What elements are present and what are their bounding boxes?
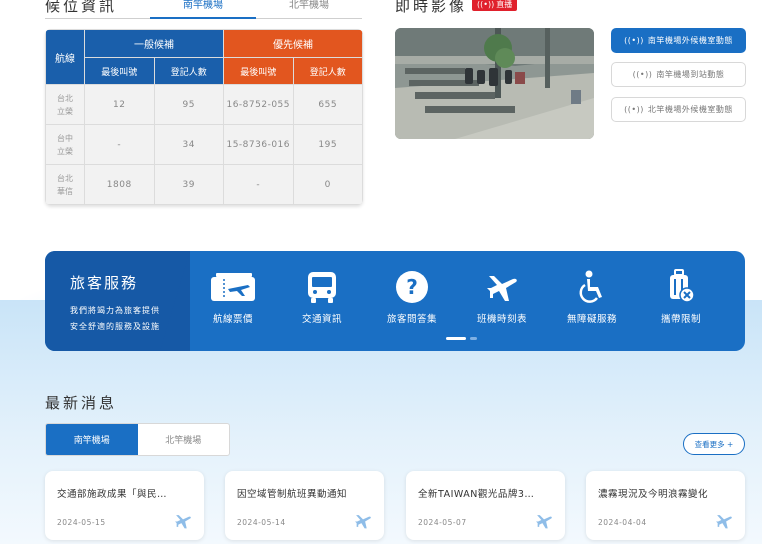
normal-last-call: -: [84, 124, 155, 165]
normal-last-call: 1808: [84, 164, 155, 205]
news-card[interactable]: 全新TAIWAN觀光品牌3… 2024-05-07: [406, 471, 565, 540]
priority-last-call: -: [223, 164, 294, 205]
news-tab-nangan[interactable]: 南竿機場: [46, 424, 138, 455]
header-normal: 一般候補: [84, 29, 224, 58]
normal-last-call: 12: [84, 84, 155, 125]
news-card[interactable]: 因空域管制航班異動通知 2024-05-14: [225, 471, 384, 540]
service-carry-restrictions[interactable]: 攜帶限制: [641, 267, 721, 329]
service-flight-schedule[interactable]: 班機時刻表: [462, 267, 542, 329]
camera-label: 南竿機場外候機室動態: [647, 36, 733, 45]
news-tabs: 南竿機場 北竿機場: [45, 423, 230, 456]
header-normal-last-call: 最後叫號: [84, 57, 155, 85]
priority-registered: 0: [292, 164, 363, 205]
priority-last-call: 15-8736-016: [223, 124, 294, 165]
tab-active-indicator: [150, 17, 256, 19]
bus-icon: [282, 267, 362, 307]
priority-registered: 655: [292, 84, 363, 125]
normal-registered: 34: [153, 124, 224, 165]
airplane-icon: [175, 515, 191, 529]
airplane-icon: [462, 267, 542, 307]
wheelchair-icon: [552, 267, 632, 307]
question-icon: ?: [372, 267, 452, 307]
header-priority: 優先候補: [223, 29, 363, 58]
airplane-icon: [716, 515, 732, 529]
broadcast-icon: ((•)): [624, 36, 644, 45]
airplane-icon: [536, 515, 552, 529]
news-card-title: 全新TAIWAN觀光品牌3…: [418, 489, 535, 500]
header-normal-registered: 登記人數: [153, 57, 224, 85]
header-route: 航線: [45, 29, 85, 85]
live-badge-label: 直播: [496, 0, 513, 9]
camera-button-nangan-departure[interactable]: ((•)) 南竿機場外候機室動態: [611, 28, 746, 53]
news-tab-beigan[interactable]: 北竿機場: [138, 424, 230, 455]
table-row: 台北 立榮 12 95 16-8752-055 655: [45, 84, 363, 125]
news-card-title: 交通部施政成果「與民…: [57, 489, 168, 500]
ticket-icon: [193, 267, 273, 307]
airplane-icon: [355, 515, 371, 529]
camera-label: 北竿機場外候機室動態: [647, 105, 733, 114]
route-cell: 台北 華信: [45, 164, 85, 205]
live-title: 即時影像: [395, 0, 468, 15]
table-row: 台中 立榮 - 34 15-8736-016 195: [45, 124, 363, 165]
route-cell: 台中 立榮: [45, 124, 85, 165]
camera-button-nangan-arrival[interactable]: ((•)) 南竿機場到站動態: [611, 62, 746, 87]
news-card-date: 2024-04-04: [598, 518, 647, 527]
waitlist-table: 航線 一般候補 優先候補 最後叫號 登記人數 最後叫號 登記人數 台北 立榮 12…: [45, 29, 363, 205]
news-card-date: 2024-05-14: [237, 518, 286, 527]
service-accessibility[interactable]: 無障礙服務: [552, 267, 632, 329]
broadcast-icon: ((•)): [632, 70, 653, 79]
camera-label: 南竿機場到站動態: [656, 70, 725, 79]
view-more-button[interactable]: 查看更多 +: [683, 433, 745, 455]
live-badge: ((•)) 直播: [472, 0, 518, 11]
news-title: 最新消息: [45, 394, 118, 412]
table-row: 台北 華信 1808 39 - 0: [45, 164, 363, 205]
header-priority-last-call: 最後叫號: [223, 57, 294, 85]
header-priority-registered: 登記人數: [292, 57, 363, 85]
luggage-restrict-icon: [641, 267, 721, 307]
tab-beigan[interactable]: 北竿機場: [256, 0, 362, 20]
broadcast-icon: ((•)): [624, 105, 644, 114]
news-card[interactable]: 交通部施政成果「與民… 2024-05-15: [45, 471, 204, 540]
service-route-fares[interactable]: 航線票價: [193, 267, 273, 329]
carousel-pagination: [446, 337, 477, 340]
carousel-dot[interactable]: [470, 337, 477, 340]
live-video[interactable]: [395, 28, 594, 139]
waitlist-title: 候位資訊: [45, 0, 118, 15]
route-cell: 台北 立榮: [45, 84, 85, 125]
normal-registered: 39: [153, 164, 224, 205]
news-card-title: 因空域管制航班異動通知: [237, 489, 348, 500]
service-transport-info[interactable]: 交通資訊: [282, 267, 362, 329]
services-description: 我們將竭力為旅客提供 安全舒適的服務及設施: [70, 306, 160, 331]
news-card-date: 2024-05-15: [57, 518, 106, 527]
priority-registered: 195: [292, 124, 363, 165]
carousel-dot-active[interactable]: [446, 337, 466, 340]
camera-button-beigan-departure[interactable]: ((•)) 北竿機場外候機室動態: [611, 97, 746, 122]
video-frame-image: [395, 28, 594, 139]
news-card-date: 2024-05-07: [418, 518, 467, 527]
news-card[interactable]: 濃霧現況及今明浪霧變化 2024-04-04: [586, 471, 745, 540]
priority-last-call: 16-8752-055: [223, 84, 294, 125]
passenger-services-band: 旅客服務 我們將竭力為旅客提供 安全舒適的服務及設施 航線票價 交通資訊 ? 旅…: [45, 251, 745, 351]
services-title: 旅客服務: [70, 274, 139, 292]
service-faq[interactable]: ? 旅客問答集: [372, 267, 452, 329]
svg-text:?: ?: [406, 275, 418, 299]
news-card-title: 濃霧現況及今明浪霧變化: [598, 489, 709, 500]
broadcast-icon: ((•)): [477, 0, 495, 9]
normal-registered: 95: [153, 84, 224, 125]
